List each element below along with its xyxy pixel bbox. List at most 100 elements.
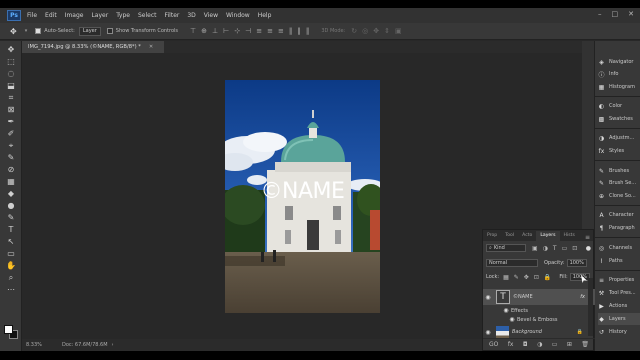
marquee-icon[interactable]: ⬚ — [5, 57, 17, 67]
close-icon[interactable]: ✕ — [628, 10, 634, 18]
status-arrow-icon[interactable]: › — [112, 342, 114, 348]
effects-eye-icon[interactable]: ◉ — [501, 307, 511, 314]
menu-layer[interactable]: Layer — [91, 12, 108, 19]
zoom-icon[interactable]: ⌕ — [5, 273, 17, 283]
panel-actions[interactable]: ▶ Actions — [598, 300, 640, 312]
path-select-icon[interactable]: ↖ — [5, 237, 17, 247]
rectangle-icon[interactable]: ▭ — [5, 249, 17, 259]
panel-channels[interactable]: ◎ Channels — [598, 242, 640, 254]
crop-icon[interactable]: ⌗ — [5, 93, 17, 103]
panel-brush-settings[interactable]: ✎ Brush Se... — [598, 177, 640, 189]
menu-3d[interactable]: 3D — [187, 12, 195, 19]
layer-name[interactable]: ©NAME — [513, 294, 533, 300]
align-middle-icon[interactable]: ⊕ — [201, 27, 207, 35]
align-center-icon[interactable]: ⊹ — [234, 27, 240, 35]
panel-layers[interactable]: ◆ Layers — [598, 313, 640, 325]
align-top-icon[interactable]: ⊤ — [190, 27, 196, 35]
3d-slide-icon[interactable]: ⇕ — [384, 27, 390, 35]
panel-adjustments[interactable]: ◑ Adjustm... — [598, 132, 640, 144]
auto-select-checkbox[interactable] — [35, 28, 42, 34]
align-left-icon[interactable]: ⊢ — [223, 27, 229, 35]
tab-layers[interactable]: Layers — [536, 231, 560, 241]
panel-color[interactable]: ◐ Color — [598, 100, 640, 112]
tab-properties[interactable]: Prop — [483, 231, 501, 241]
show-transform-checkbox[interactable] — [106, 28, 113, 34]
new-adjustment-icon[interactable]: ◑ — [537, 341, 542, 348]
tab-tool-presets[interactable]: Tool — [501, 231, 518, 241]
filter-adjustment-icon[interactable]: ◑ — [543, 245, 548, 252]
effects-row[interactable]: ◉ Effects — [483, 306, 595, 315]
visibility-eye-icon[interactable]: ◉ — [483, 294, 493, 301]
quick-select-icon[interactable]: ⬓ — [5, 81, 17, 91]
menu-filter[interactable]: Filter — [165, 12, 180, 19]
distribute-middle-icon[interactable]: ≡ — [267, 27, 273, 35]
type-icon[interactable]: T — [5, 225, 17, 235]
layer-row-background[interactable]: ◉ Background 🔒 — [483, 325, 595, 339]
tab-history[interactable]: Hists — [560, 231, 579, 241]
align-bottom-icon[interactable]: ⊥ — [212, 27, 218, 35]
close-tab-icon[interactable]: ✕ — [149, 44, 153, 50]
menu-view[interactable]: View — [204, 12, 218, 19]
3d-scale-icon[interactable]: ▣ — [395, 27, 402, 35]
menu-file[interactable]: File — [27, 12, 37, 19]
menu-type[interactable]: Type — [116, 12, 130, 19]
hand-icon[interactable]: ✋ — [5, 261, 17, 271]
panel-clone-source[interactable]: ⊕ Clone So... — [598, 190, 640, 202]
more-tools-icon[interactable]: ⋯ — [5, 285, 17, 295]
lock-transparency-icon[interactable]: ▦ — [503, 274, 509, 281]
zoom-level[interactable]: 8.33% — [26, 342, 62, 348]
menu-select[interactable]: Select — [138, 12, 157, 19]
lock-pixels-icon[interactable]: ✎ — [514, 274, 519, 281]
panel-paths[interactable]: ⌇ Paths — [598, 255, 640, 267]
menu-window[interactable]: Window — [226, 12, 250, 19]
fill-input[interactable]: 100% — [569, 273, 590, 281]
panel-histogram[interactable]: ▦ Histogram — [598, 81, 640, 93]
document-image[interactable]: ©NAME — [225, 80, 380, 313]
filter-toggle-icon[interactable]: ● — [586, 245, 591, 252]
lock-all-icon[interactable]: 🔒 — [544, 274, 551, 281]
layers-scrollbar[interactable] — [588, 278, 593, 336]
filter-pixel-icon[interactable]: ▣ — [532, 245, 538, 252]
healing-brush-icon[interactable]: ✐ — [5, 129, 17, 139]
eraser-icon[interactable]: ⊘ — [5, 165, 17, 175]
distribute-top-icon[interactable]: ≡ — [256, 27, 262, 35]
move-icon[interactable]: ✥ — [5, 45, 17, 55]
distribute-left-icon[interactable]: ‖ — [289, 27, 293, 35]
clone-stamp-icon[interactable]: ✎ — [5, 153, 17, 163]
add-mask-icon[interactable]: ◘ — [523, 341, 528, 348]
brush-icon[interactable]: ⌖ — [5, 141, 17, 151]
frame-icon[interactable]: ⊠ — [5, 105, 17, 115]
background-eye-icon[interactable]: ◉ — [483, 329, 493, 336]
panel-character[interactable]: A Character — [598, 209, 640, 221]
menu-image[interactable]: Image — [65, 12, 84, 19]
panel-tool-presets[interactable]: ⚒ Tool Pres... — [598, 287, 640, 299]
link-layers-icon[interactable]: GO — [489, 341, 498, 348]
distribute-center-icon[interactable]: ‖ — [297, 27, 301, 35]
filter-smart-icon[interactable]: ⊡ — [572, 245, 577, 252]
layer-row-name[interactable]: ◉ T ©NAME fx — [483, 289, 595, 305]
gradient-icon[interactable]: ▦ — [5, 177, 17, 187]
menu-edit[interactable]: Edit — [45, 12, 57, 19]
panel-navigator[interactable]: ◈ Navigator — [598, 56, 640, 68]
blend-mode-dropdown[interactable]: Normal — [486, 259, 538, 267]
panel-brushes[interactable]: ✎ Brushes — [598, 165, 640, 177]
filter-shape-icon[interactable]: ▭ — [562, 245, 568, 252]
panel-menu-icon[interactable]: ≡ — [585, 234, 590, 241]
panel-properties[interactable]: ≡ Properties — [598, 274, 640, 286]
panel-history[interactable]: ↺ History — [598, 326, 640, 338]
panel-info[interactable]: ⓘ Info — [598, 68, 640, 80]
blur-icon[interactable]: ◆ — [5, 189, 17, 199]
panel-paragraph[interactable]: ¶ Paragraph — [598, 222, 640, 234]
pen-icon[interactable]: ✎ — [5, 213, 17, 223]
kind-filter-dropdown[interactable]: ⌕ Kind — [486, 244, 526, 252]
maximize-icon[interactable]: □ — [612, 10, 619, 18]
menu-help[interactable]: Help — [258, 12, 272, 19]
move-tool-icon[interactable]: ✥ — [10, 27, 17, 36]
distribute-right-icon[interactable]: ‖ — [306, 27, 310, 35]
delete-layer-icon[interactable]: 🗑 — [581, 341, 589, 348]
auto-select-dropdown[interactable]: Layer — [78, 26, 101, 36]
add-style-icon[interactable]: fx — [508, 341, 514, 348]
3d-rotate-icon[interactable]: ↻ — [351, 27, 357, 35]
3d-pan-icon[interactable]: ✥ — [373, 27, 379, 35]
tab-actions[interactable]: Acto — [518, 231, 536, 241]
